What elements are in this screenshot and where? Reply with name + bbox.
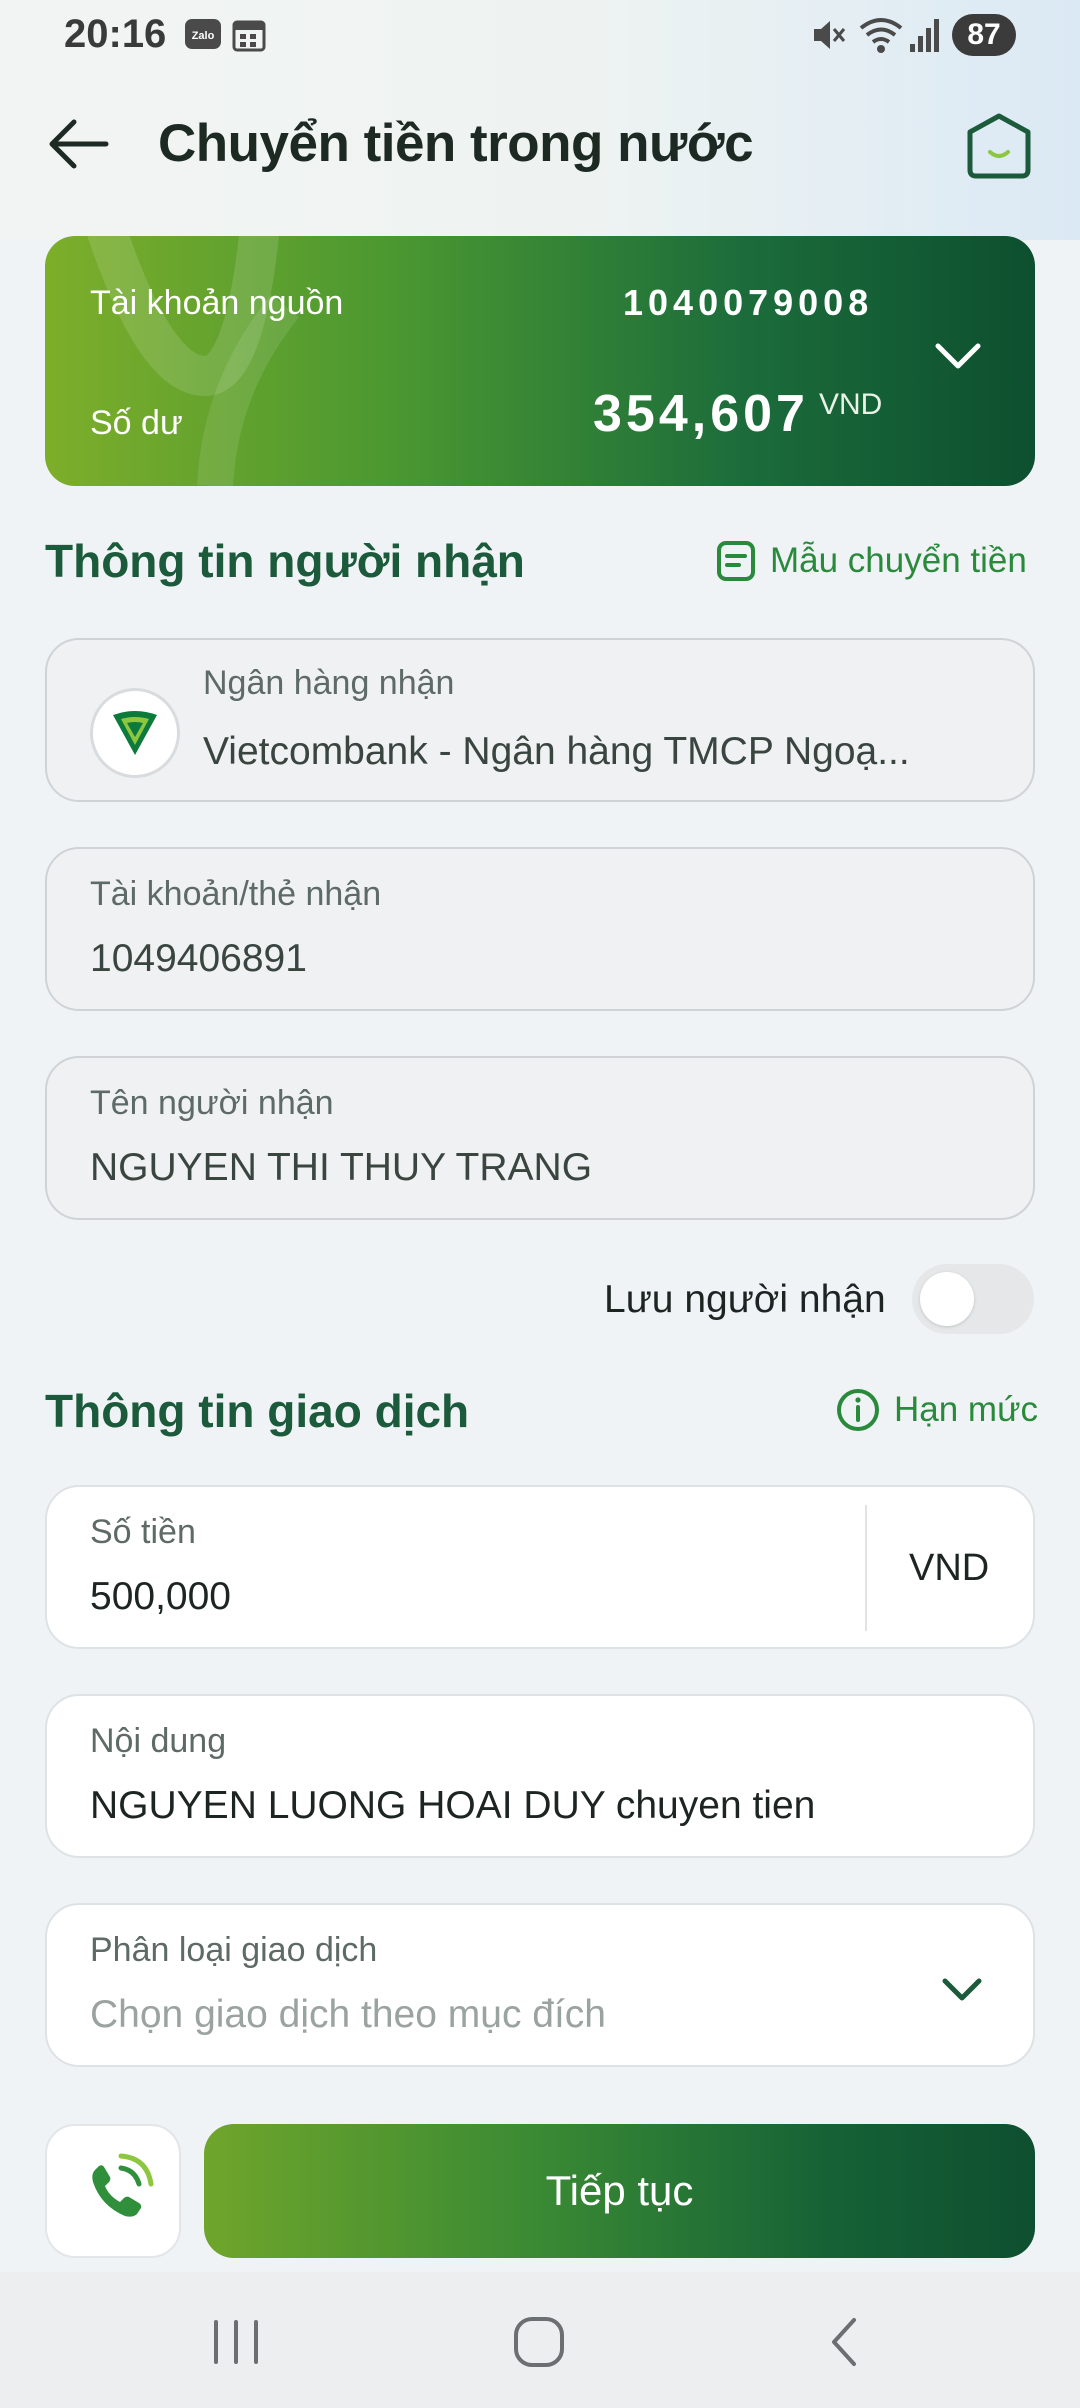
recipient-section-title: Thông tin người nhận — [45, 535, 525, 587]
transaction-category-select[interactable]: Phân loại giao dịch Chọn giao dịch theo … — [45, 1903, 1035, 2067]
svg-text:Zalo: Zalo — [192, 30, 215, 42]
recipient-name-field: Tên người nhận NGUYEN THI THUY TRANG — [45, 1056, 1035, 1220]
amount-label: Số tiền — [90, 1513, 196, 1551]
amount-divider — [865, 1505, 867, 1631]
transaction-section-title: Thông tin giao dịch — [45, 1385, 470, 1437]
phone-call-icon — [92, 2153, 154, 2217]
status-bar: 20:16 Zalo 87 — [0, 0, 1080, 72]
recipient-account-label: Tài khoản/thẻ nhận — [90, 875, 382, 913]
amount-input[interactable]: 500,000 — [90, 1575, 231, 1619]
amount-currency: VND — [909, 1547, 990, 1589]
back-nav-icon[interactable] — [820, 2312, 870, 2372]
save-recipient-toggle[interactable] — [912, 1264, 1034, 1334]
home-nav-icon[interactable] — [510, 2312, 570, 2372]
recipient-account-value: 1049406891 — [90, 937, 307, 980]
category-label: Phân loại giao dịch — [90, 1931, 378, 1969]
continue-button-label: Tiếp tục — [545, 2167, 694, 2214]
mute-icon — [814, 21, 846, 49]
recent-apps-icon[interactable] — [208, 2312, 264, 2372]
category-placeholder: Chọn giao dịch theo mục đích — [90, 1993, 606, 2036]
recipient-name-label: Tên người nhận — [90, 1084, 334, 1122]
content-label: Nội dung — [90, 1722, 227, 1760]
chevron-down-icon[interactable] — [933, 336, 983, 376]
battery-level: 87 — [967, 18, 1001, 51]
receiving-bank-field[interactable]: Ngân hàng nhận Vietcombank - Ngân hàng T… — [45, 638, 1035, 802]
recipient-account-field[interactable]: Tài khoản/thẻ nhận 1049406891 — [45, 847, 1035, 1011]
transfer-template-label: Mẫu chuyển tiền — [770, 541, 1027, 580]
status-time: 20:16 — [64, 12, 167, 56]
template-icon — [717, 541, 755, 581]
content-field[interactable]: Nội dung NGUYEN LUONG HOAI DUY chuyen ti… — [45, 1694, 1035, 1858]
battery-indicator: 87 — [952, 14, 1016, 56]
amount-field[interactable]: Số tiền 500,000 VND — [45, 1485, 1035, 1649]
zalo-icon: Zalo — [185, 19, 221, 49]
call-support-button[interactable] — [45, 2124, 181, 2258]
source-account-number: 1040079008 — [623, 282, 874, 323]
save-recipient-label: Lưu người nhận — [604, 1278, 886, 1321]
chevron-down-icon[interactable] — [939, 1971, 985, 2007]
home-icon[interactable] — [964, 112, 1034, 180]
toggle-knob — [920, 1272, 974, 1326]
receiving-bank-value: Vietcombank - Ngân hàng TMCP Ngoạ... — [203, 730, 910, 773]
balance-label: Số dư — [90, 404, 183, 442]
back-arrow-icon[interactable] — [44, 112, 114, 176]
balance-amount: 354,607 — [593, 385, 809, 443]
system-navigation-bar — [0, 2272, 1080, 2408]
continue-button[interactable]: Tiếp tục — [204, 2124, 1035, 2258]
signal-icon — [910, 19, 939, 52]
transfer-template-link[interactable]: Mẫu chuyển tiền — [716, 540, 1027, 582]
limit-link[interactable]: Hạn mức — [836, 1388, 1038, 1432]
limit-label: Hạn mức — [894, 1390, 1039, 1429]
receiving-bank-label: Ngân hàng nhận — [203, 664, 455, 702]
card-decoration — [87, 236, 300, 486]
info-icon — [837, 1389, 879, 1431]
vietcombank-logo-icon — [113, 711, 157, 755]
source-account-label: Tài khoản nguồn — [90, 284, 344, 322]
page-title: Chuyển tiền trong nước — [158, 114, 754, 173]
source-account-card[interactable]: Tài khoản nguồn 1040079008 Số dư 354,607… — [45, 236, 1035, 486]
vietcombank-logo — [90, 688, 180, 778]
balance-currency: VND — [819, 388, 883, 421]
wifi-icon — [859, 18, 903, 53]
recipient-name-value: NGUYEN THI THUY TRANG — [90, 1146, 593, 1189]
content-input[interactable]: NGUYEN LUONG HOAI DUY chuyen tien — [90, 1784, 815, 1828]
calendar-icon — [232, 20, 266, 52]
